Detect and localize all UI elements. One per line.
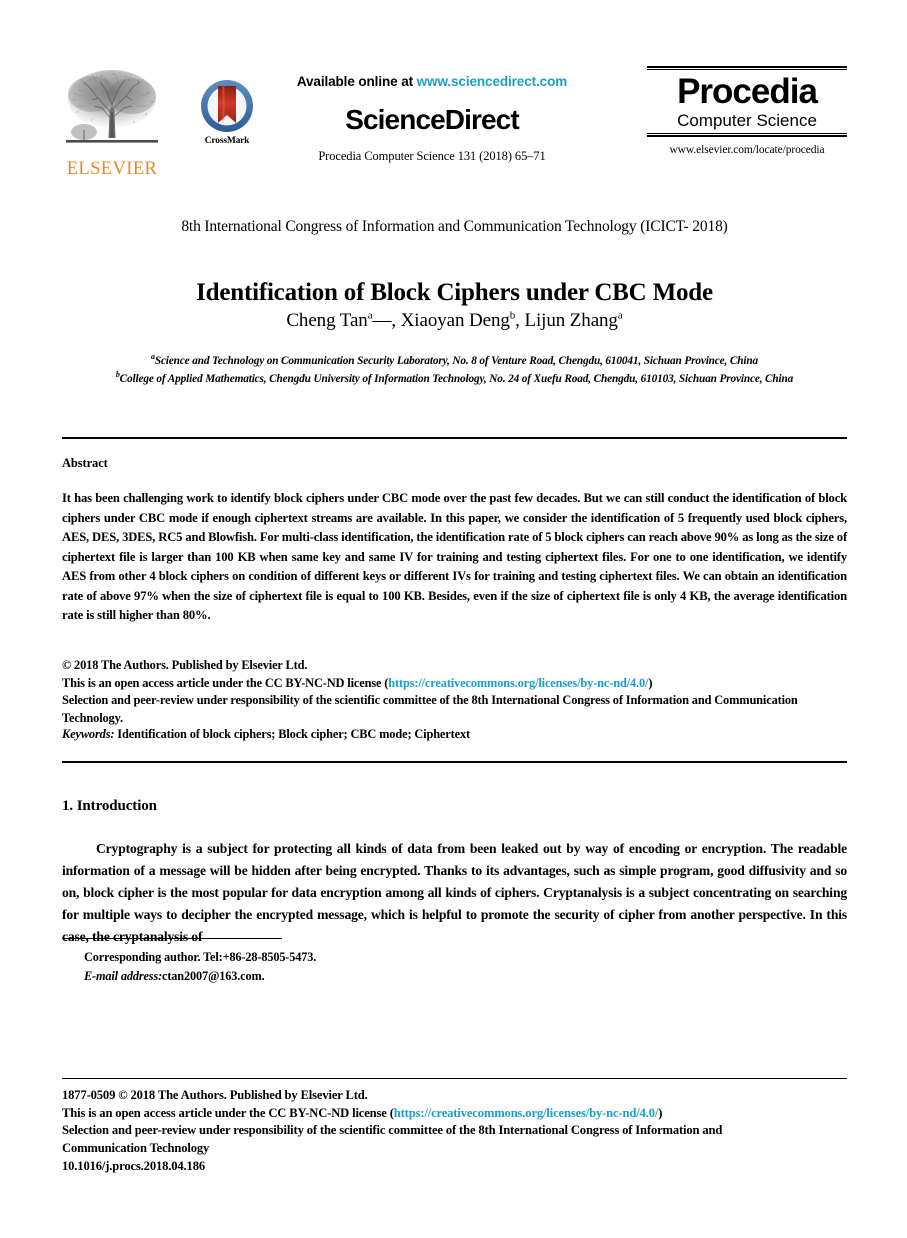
page-footer: 1877-0509 © 2018 The Authors. Published … (62, 1087, 847, 1175)
procedia-logo: Procedia Computer Science www.elsevier.c… (647, 66, 847, 156)
sciencedirect-url[interactable]: www.sciencedirect.com (417, 74, 568, 89)
procedia-rule-top (647, 66, 847, 70)
footer-license-prefix: This is an open access article under the… (62, 1105, 394, 1120)
journal-citation: Procedia Computer Science 131 (2018) 65–… (318, 149, 546, 163)
open-access-line: This is an open access article under the… (62, 675, 847, 693)
open-access-suffix: ) (648, 675, 653, 690)
author-names: Cheng Tana—, Xiaoyan Dengb, Lijun Zhanga (286, 310, 623, 332)
sciencedirect-block: Available online at www.sciencedirect.co… (242, 74, 622, 164)
corresponding-author-line: Corresponding author. Tel:+86-28-8505-54… (84, 950, 317, 964)
email-line: E-mail address:ctan2007@163.com. (62, 967, 562, 986)
introduction-paragraph: Cryptography is a subject for protecting… (62, 840, 847, 944)
open-access-prefix: This is an open access article under the… (62, 675, 389, 690)
available-online-line: Available online at www.sciencedirect.co… (242, 74, 622, 89)
keywords-value: Identification of block ciphers; Block c… (114, 727, 470, 741)
elsevier-wordmark: ELSEVIER (66, 159, 158, 179)
affiliation-a: aScience and Technology on Communication… (62, 351, 847, 369)
page-title: Identification of Block Ciphers under CB… (196, 278, 713, 306)
footnote-block: Corresponding author. Tel:+86-28-8505-54… (62, 948, 562, 986)
email-label: E-mail address: (84, 969, 163, 984)
section-heading-introduction: 1. Introduction (62, 798, 157, 815)
elsevier-logo: ELSEVIER (62, 66, 162, 184)
keywords-label: Keywords: (62, 727, 115, 741)
procedia-title: Procedia (677, 72, 818, 111)
affiliation-b: bCollege of Applied Mathematics, Chengdu… (62, 369, 847, 387)
footer-license-line: This is an open access article under the… (62, 1105, 847, 1123)
footer-committee-line: Communication Technology (62, 1140, 210, 1155)
procedia-url[interactable]: www.elsevier.com/locate/procedia (647, 144, 847, 156)
procedia-subtitle: Computer Science (677, 110, 817, 130)
footer-license-suffix: ) (658, 1105, 663, 1120)
footnote-rule (62, 938, 282, 939)
footer-peer-review-line: Selection and peer-review under responsi… (62, 1123, 723, 1138)
affil-marker-a: a (367, 310, 373, 322)
affiliations: aScience and Technology on Communication… (62, 351, 847, 387)
available-online-prefix: Available online at (296, 74, 417, 89)
affil-marker-b: b (509, 310, 516, 322)
author-list: Cheng Tana—, Xiaoyan Dengb, Lijun Zhanga (62, 310, 847, 332)
procedia-rule-bottom (647, 133, 847, 138)
sciencedirect-wordmark: ScienceDirect (345, 104, 519, 135)
affiliation-a-text: Science and Technology on Communication … (154, 354, 759, 367)
license-block: © 2018 The Authors. Published by Elsevie… (62, 657, 847, 727)
footer-license-url[interactable]: https://creativecommons.org/licenses/by-… (394, 1106, 659, 1120)
abstract-rule-top (62, 437, 847, 439)
abstract-rule-bottom (62, 761, 847, 763)
footer-rule (62, 1078, 847, 1079)
footer-doi: 10.1016/j.procs.2018.04.186 (62, 1158, 205, 1173)
keywords: Keywords: Identification of block cipher… (62, 727, 847, 742)
footer-issn-line: 1877-0509 © 2018 The Authors. Published … (62, 1088, 368, 1102)
affil-marker-a2: a (617, 310, 623, 322)
abstract-text: It has been challenging work to identify… (62, 491, 847, 623)
abstract-heading: Abstract (62, 456, 108, 470)
elsevier-tree-icon (62, 66, 162, 158)
license-url[interactable]: https://creativecommons.org/licenses/by-… (388, 676, 648, 690)
paper-page: ELSEVIER CrossMark Available online at w… (0, 0, 907, 1238)
email-value: ctan2007@163.com. (162, 969, 265, 984)
masthead: ELSEVIER CrossMark Available online at w… (62, 62, 847, 202)
peer-review-line: Selection and peer-review under responsi… (62, 693, 798, 725)
copyright-line: © 2018 The Authors. Published by Elsevie… (62, 658, 308, 672)
affiliation-b-text: College of Applied Mathematics, Chengdu … (119, 372, 794, 385)
conference-line: 8th International Congress of Informatio… (181, 218, 728, 235)
